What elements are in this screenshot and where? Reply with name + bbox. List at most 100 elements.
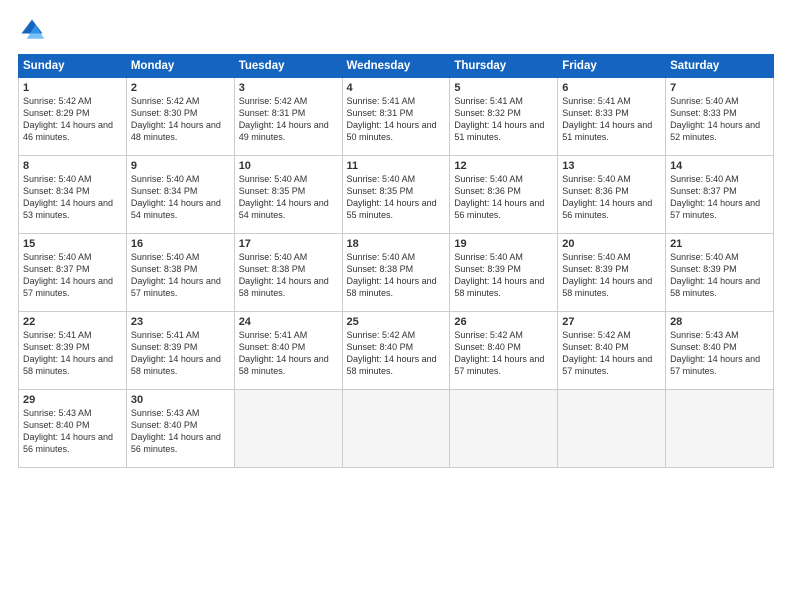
calendar-cell: 19 Sunrise: 5:40 AMSunset: 8:39 PMDayligh… (450, 234, 558, 312)
calendar-cell: 22 Sunrise: 5:41 AMSunset: 8:39 PMDayligh… (19, 312, 127, 390)
day-number: 8 (23, 160, 122, 172)
day-number: 23 (131, 316, 230, 328)
day-number: 3 (239, 82, 338, 94)
day-info: Sunrise: 5:43 AMSunset: 8:40 PMDaylight:… (23, 408, 113, 454)
day-info: Sunrise: 5:40 AMSunset: 8:33 PMDaylight:… (670, 96, 760, 142)
header-day-thursday: Thursday (450, 55, 558, 78)
page: SundayMondayTuesdayWednesdayThursdayFrid… (0, 0, 792, 612)
day-info: Sunrise: 5:42 AMSunset: 8:31 PMDaylight:… (239, 96, 329, 142)
week-row-4: 22 Sunrise: 5:41 AMSunset: 8:39 PMDayligh… (19, 312, 774, 390)
day-info: Sunrise: 5:41 AMSunset: 8:39 PMDaylight:… (131, 330, 221, 376)
calendar-cell: 4 Sunrise: 5:41 AMSunset: 8:31 PMDaylight… (342, 78, 450, 156)
calendar-cell: 3 Sunrise: 5:42 AMSunset: 8:31 PMDaylight… (234, 78, 342, 156)
day-info: Sunrise: 5:40 AMSunset: 8:39 PMDaylight:… (454, 252, 544, 298)
day-info: Sunrise: 5:40 AMSunset: 8:38 PMDaylight:… (131, 252, 221, 298)
day-info: Sunrise: 5:40 AMSunset: 8:39 PMDaylight:… (562, 252, 652, 298)
calendar-cell: 1 Sunrise: 5:42 AMSunset: 8:29 PMDaylight… (19, 78, 127, 156)
calendar-cell: 6 Sunrise: 5:41 AMSunset: 8:33 PMDaylight… (558, 78, 666, 156)
header-day-saturday: Saturday (666, 55, 774, 78)
day-number: 11 (347, 160, 446, 172)
calendar-cell: 16 Sunrise: 5:40 AMSunset: 8:38 PMDayligh… (126, 234, 234, 312)
day-number: 10 (239, 160, 338, 172)
calendar-cell: 25 Sunrise: 5:42 AMSunset: 8:40 PMDayligh… (342, 312, 450, 390)
calendar-cell: 18Sunrise: 5:40 AMSunset: 8:38 PMDayligh… (342, 234, 450, 312)
day-info: Sunrise: 5:40 AMSunset: 8:36 PMDaylight:… (454, 174, 544, 220)
day-number: 7 (670, 82, 769, 94)
day-info: Sunrise: 5:40 AMSunset: 8:38 PMDaylight:… (347, 252, 437, 298)
calendar-cell: 21 Sunrise: 5:40 AMSunset: 8:39 PMDayligh… (666, 234, 774, 312)
day-number: 16 (131, 238, 230, 250)
day-info: Sunrise: 5:41 AMSunset: 8:33 PMDaylight:… (562, 96, 652, 142)
day-info: Sunrise: 5:40 AMSunset: 8:39 PMDaylight:… (670, 252, 760, 298)
calendar-cell: 5Sunrise: 5:41 AMSunset: 8:32 PMDaylight… (450, 78, 558, 156)
day-info: Sunrise: 5:43 AMSunset: 8:40 PMDaylight:… (131, 408, 221, 454)
day-number: 30 (131, 394, 230, 406)
day-info: Sunrise: 5:42 AMSunset: 8:40 PMDaylight:… (347, 330, 437, 376)
day-number: 17 (239, 238, 338, 250)
week-row-3: 15 Sunrise: 5:40 AMSunset: 8:37 PMDayligh… (19, 234, 774, 312)
day-number: 4 (347, 82, 446, 94)
calendar-cell: 17 Sunrise: 5:40 AMSunset: 8:38 PMDayligh… (234, 234, 342, 312)
day-number: 26 (454, 316, 553, 328)
header-row: SundayMondayTuesdayWednesdayThursdayFrid… (19, 55, 774, 78)
day-number: 24 (239, 316, 338, 328)
day-info: Sunrise: 5:41 AMSunset: 8:40 PMDaylight:… (239, 330, 329, 376)
header-day-wednesday: Wednesday (342, 55, 450, 78)
day-info: Sunrise: 5:41 AMSunset: 8:32 PMDaylight:… (454, 96, 544, 142)
calendar-cell: 8 Sunrise: 5:40 AMSunset: 8:34 PMDaylight… (19, 156, 127, 234)
logo (18, 16, 50, 44)
day-number: 6 (562, 82, 661, 94)
calendar-cell: 11 Sunrise: 5:40 AMSunset: 8:35 PMDayligh… (342, 156, 450, 234)
day-info: Sunrise: 5:40 AMSunset: 8:34 PMDaylight:… (131, 174, 221, 220)
calendar-cell: 15 Sunrise: 5:40 AMSunset: 8:37 PMDayligh… (19, 234, 127, 312)
day-info: Sunrise: 5:40 AMSunset: 8:38 PMDaylight:… (239, 252, 329, 298)
day-info: Sunrise: 5:40 AMSunset: 8:35 PMDaylight:… (347, 174, 437, 220)
day-number: 15 (23, 238, 122, 250)
calendar-cell: 24 Sunrise: 5:41 AMSunset: 8:40 PMDayligh… (234, 312, 342, 390)
calendar-cell: 10 Sunrise: 5:40 AMSunset: 8:35 PMDayligh… (234, 156, 342, 234)
day-number: 19 (454, 238, 553, 250)
day-number: 20 (562, 238, 661, 250)
day-info: Sunrise: 5:42 AMSunset: 8:40 PMDaylight:… (562, 330, 652, 376)
day-number: 22 (23, 316, 122, 328)
calendar-cell: 12 Sunrise: 5:40 AMSunset: 8:36 PMDayligh… (450, 156, 558, 234)
day-info: Sunrise: 5:40 AMSunset: 8:35 PMDaylight:… (239, 174, 329, 220)
header-day-sunday: Sunday (19, 55, 127, 78)
day-number: 28 (670, 316, 769, 328)
day-info: Sunrise: 5:42 AMSunset: 8:29 PMDaylight:… (23, 96, 113, 142)
calendar-cell: 2 Sunrise: 5:42 AMSunset: 8:30 PMDaylight… (126, 78, 234, 156)
day-info: Sunrise: 5:42 AMSunset: 8:30 PMDaylight:… (131, 96, 221, 142)
week-row-2: 8 Sunrise: 5:40 AMSunset: 8:34 PMDaylight… (19, 156, 774, 234)
day-number: 2 (131, 82, 230, 94)
day-info: Sunrise: 5:41 AMSunset: 8:31 PMDaylight:… (347, 96, 437, 142)
day-number: 21 (670, 238, 769, 250)
calendar-cell: 30 Sunrise: 5:43 AMSunset: 8:40 PMDayligh… (126, 390, 234, 468)
header-day-friday: Friday (558, 55, 666, 78)
calendar-cell: 27Sunrise: 5:42 AMSunset: 8:40 PMDayligh… (558, 312, 666, 390)
calendar-cell (450, 390, 558, 468)
day-number: 12 (454, 160, 553, 172)
calendar-cell (666, 390, 774, 468)
week-row-1: 1 Sunrise: 5:42 AMSunset: 8:29 PMDaylight… (19, 78, 774, 156)
calendar-cell: 29 Sunrise: 5:43 AMSunset: 8:40 PMDayligh… (19, 390, 127, 468)
calendar-cell: 28Sunrise: 5:43 AMSunset: 8:40 PMDayligh… (666, 312, 774, 390)
day-number: 1 (23, 82, 122, 94)
day-info: Sunrise: 5:40 AMSunset: 8:34 PMDaylight:… (23, 174, 113, 220)
header-day-tuesday: Tuesday (234, 55, 342, 78)
day-info: Sunrise: 5:42 AMSunset: 8:40 PMDaylight:… (454, 330, 544, 376)
calendar-cell (558, 390, 666, 468)
calendar-cell (234, 390, 342, 468)
day-number: 14 (670, 160, 769, 172)
calendar-cell: 13Sunrise: 5:40 AMSunset: 8:36 PMDayligh… (558, 156, 666, 234)
calendar-table: SundayMondayTuesdayWednesdayThursdayFrid… (18, 54, 774, 468)
day-number: 25 (347, 316, 446, 328)
calendar-cell: 14Sunrise: 5:40 AMSunset: 8:37 PMDayligh… (666, 156, 774, 234)
header (18, 16, 774, 44)
day-info: Sunrise: 5:41 AMSunset: 8:39 PMDaylight:… (23, 330, 113, 376)
calendar-cell: 20 Sunrise: 5:40 AMSunset: 8:39 PMDayligh… (558, 234, 666, 312)
logo-icon (18, 16, 46, 44)
day-number: 29 (23, 394, 122, 406)
day-info: Sunrise: 5:40 AMSunset: 8:37 PMDaylight:… (23, 252, 113, 298)
calendar-cell (342, 390, 450, 468)
header-day-monday: Monday (126, 55, 234, 78)
